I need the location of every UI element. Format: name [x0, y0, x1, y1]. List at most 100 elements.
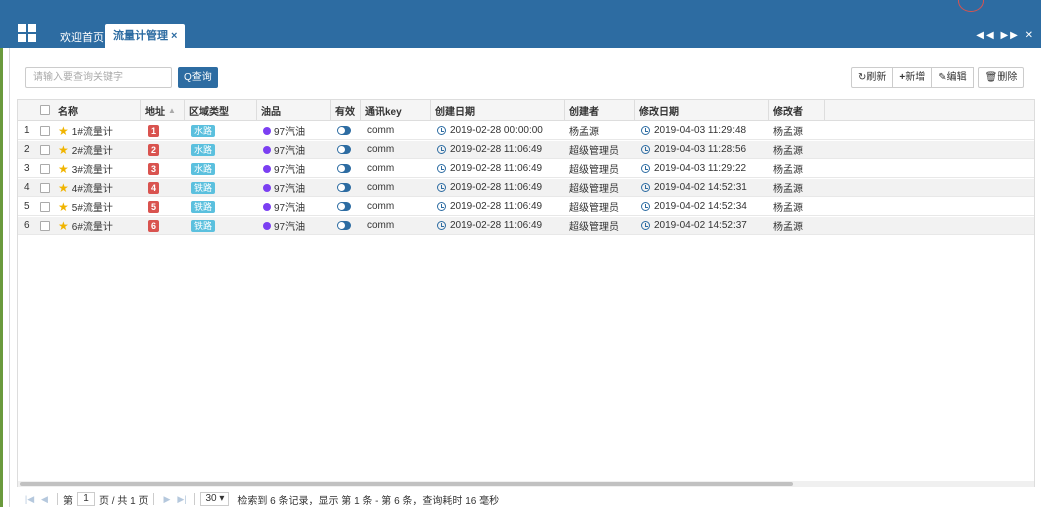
- name-cell: ★ 3#流量计: [58, 161, 113, 177]
- star-icon: ★: [58, 123, 69, 138]
- table-row[interactable]: 6 ★ 6#流量计 6 铁路 97汽油 comm 2019-02-28 11:06…: [18, 217, 1034, 235]
- modified-date: 2019-04-03 11:29:48: [641, 122, 746, 139]
- edit-icon: ✎: [938, 72, 947, 83]
- row-checkbox[interactable]: [40, 122, 50, 139]
- modified-date: 2019-04-02 14:52:37: [641, 217, 747, 234]
- table-row[interactable]: 5 ★ 5#流量计 5 铁路 97汽油 comm 2019-02-28 11:06…: [18, 198, 1034, 216]
- refresh-button[interactable]: ↻刷新: [851, 67, 894, 88]
- first-page-icon[interactable]: |◀: [22, 494, 37, 505]
- search-input[interactable]: [25, 67, 172, 88]
- row-checkbox[interactable]: [40, 217, 50, 234]
- oil-cell: 97汽油: [263, 198, 305, 215]
- clock-icon: [437, 126, 446, 135]
- col-valid[interactable]: 有效: [335, 100, 355, 120]
- created-date: 2019-02-28 11:06:49: [437, 160, 542, 177]
- creator: 超级管理员: [569, 165, 619, 176]
- last-page-icon[interactable]: ▶|: [174, 494, 189, 505]
- valid-toggle[interactable]: [337, 160, 351, 177]
- row-checkbox[interactable]: [40, 160, 50, 177]
- creator: 杨孟源: [569, 127, 599, 138]
- address-badge: 5: [148, 198, 159, 215]
- star-icon: ★: [58, 180, 69, 195]
- valid-toggle[interactable]: [337, 179, 351, 196]
- left-edge-bar: [0, 48, 3, 507]
- col-created-date[interactable]: 创建日期: [435, 100, 475, 120]
- oil-cell: 97汽油: [263, 179, 305, 196]
- row-number: 3: [24, 163, 30, 174]
- row-number: 2: [24, 144, 30, 155]
- valid-toggle[interactable]: [337, 122, 351, 139]
- table-header: 名称 地址 ▲ 区域类型 油品 有效 通讯key 创建日期 创建者 修改日期 修改…: [18, 100, 1034, 121]
- row-number: 4: [24, 182, 30, 193]
- add-button[interactable]: +新增: [892, 67, 933, 88]
- sort-icon[interactable]: ▲: [168, 106, 176, 115]
- next-page-icon[interactable]: ▶: [159, 494, 174, 505]
- region-badge: 水路: [191, 122, 216, 139]
- oil-cell: 97汽油: [263, 217, 305, 234]
- clock-icon: [437, 202, 446, 211]
- created-date: 2019-02-28 11:06:49: [437, 217, 542, 234]
- row-checkbox[interactable]: [40, 198, 50, 215]
- delete-button[interactable]: 🗑删除: [977, 67, 1025, 88]
- oil-color-dot-icon: [263, 183, 271, 192]
- tab-home[interactable]: 欢迎首页: [52, 28, 112, 48]
- table-row[interactable]: 1 ★ 1#流量计 1 水路 97汽油 comm 2019-02-28 00:00…: [18, 122, 1034, 140]
- row-number: 1: [24, 125, 30, 136]
- clock-icon: [437, 164, 446, 173]
- scrollbar-thumb[interactable]: [20, 482, 793, 486]
- edit-button[interactable]: ✎编辑: [931, 67, 974, 88]
- tab-close-icon[interactable]: ×: [171, 30, 177, 42]
- region-badge: 铁路: [191, 179, 216, 196]
- modified-date: 2019-04-02 14:52:31: [641, 179, 747, 196]
- address-badge: 3: [148, 160, 159, 177]
- comm-key: comm: [367, 220, 395, 231]
- prev-page-icon[interactable]: ◀: [37, 494, 52, 505]
- row-number: 5: [24, 201, 30, 212]
- left-divider: [9, 48, 10, 507]
- modifier: 杨孟源: [773, 165, 803, 176]
- region-badge: 铁路: [191, 217, 216, 234]
- row-checkbox[interactable]: [40, 141, 50, 158]
- page-size-select[interactable]: 30 ▾: [200, 492, 230, 506]
- table-row[interactable]: 2 ★ 2#流量计 2 水路 97汽油 comm 2019-02-28 11:06…: [18, 141, 1034, 159]
- modifier: 杨孟源: [773, 203, 803, 214]
- query-button[interactable]: Q查询: [178, 67, 218, 88]
- table-row[interactable]: 3 ★ 3#流量计 3 水路 97汽油 comm 2019-02-28 11:06…: [18, 160, 1034, 178]
- comm-key: comm: [367, 182, 395, 193]
- tab-flowmeter-management[interactable]: 流量计管理 ×: [105, 24, 186, 48]
- name-cell: ★ 6#流量计: [58, 218, 113, 234]
- horizontal-scrollbar[interactable]: [18, 481, 1034, 487]
- valid-toggle[interactable]: [337, 198, 351, 215]
- col-address[interactable]: 地址 ▲: [145, 100, 176, 120]
- col-comm-key[interactable]: 通讯key: [365, 100, 402, 120]
- modifier: 杨孟源: [773, 127, 803, 138]
- page-suffix: 页 / 共 1 页: [99, 495, 149, 507]
- table-row[interactable]: 4 ★ 4#流量计 4 铁路 97汽油 comm 2019-02-28 11:06…: [18, 179, 1034, 197]
- col-region[interactable]: 区域类型: [189, 100, 229, 120]
- row-checkbox[interactable]: [40, 179, 50, 196]
- tab-scroll-arrows-icon[interactable]: ◀◀ ▶▶ ✕: [976, 30, 1035, 41]
- creator: 超级管理员: [569, 222, 619, 233]
- col-modified-date[interactable]: 修改日期: [639, 100, 679, 120]
- col-modifier[interactable]: 修改者: [773, 100, 803, 120]
- col-oil[interactable]: 油品: [261, 100, 281, 120]
- region-badge: 水路: [191, 141, 216, 158]
- oil-color-dot-icon: [263, 164, 271, 173]
- windows-logo-icon[interactable]: [18, 24, 36, 42]
- oil-cell: 97汽油: [263, 122, 305, 139]
- star-icon: ★: [58, 161, 69, 176]
- created-date: 2019-02-28 11:06:49: [437, 141, 542, 158]
- star-icon: ★: [58, 142, 69, 157]
- page-number-input[interactable]: 1: [77, 492, 95, 506]
- name-cell: ★ 1#流量计: [58, 123, 113, 139]
- valid-toggle[interactable]: [337, 141, 351, 158]
- name-cell: ★ 2#流量计: [58, 142, 113, 158]
- col-creator[interactable]: 创建者: [569, 100, 599, 120]
- col-name[interactable]: 名称: [58, 100, 78, 120]
- page-prefix: 第: [63, 495, 73, 507]
- valid-toggle[interactable]: [337, 217, 351, 234]
- select-all-checkbox[interactable]: [40, 100, 50, 120]
- star-icon: ★: [58, 199, 69, 214]
- modifier: 杨孟源: [773, 146, 803, 157]
- data-grid: 名称 地址 ▲ 区域类型 油品 有效 通讯key 创建日期 创建者 修改日期 修改…: [17, 99, 1035, 487]
